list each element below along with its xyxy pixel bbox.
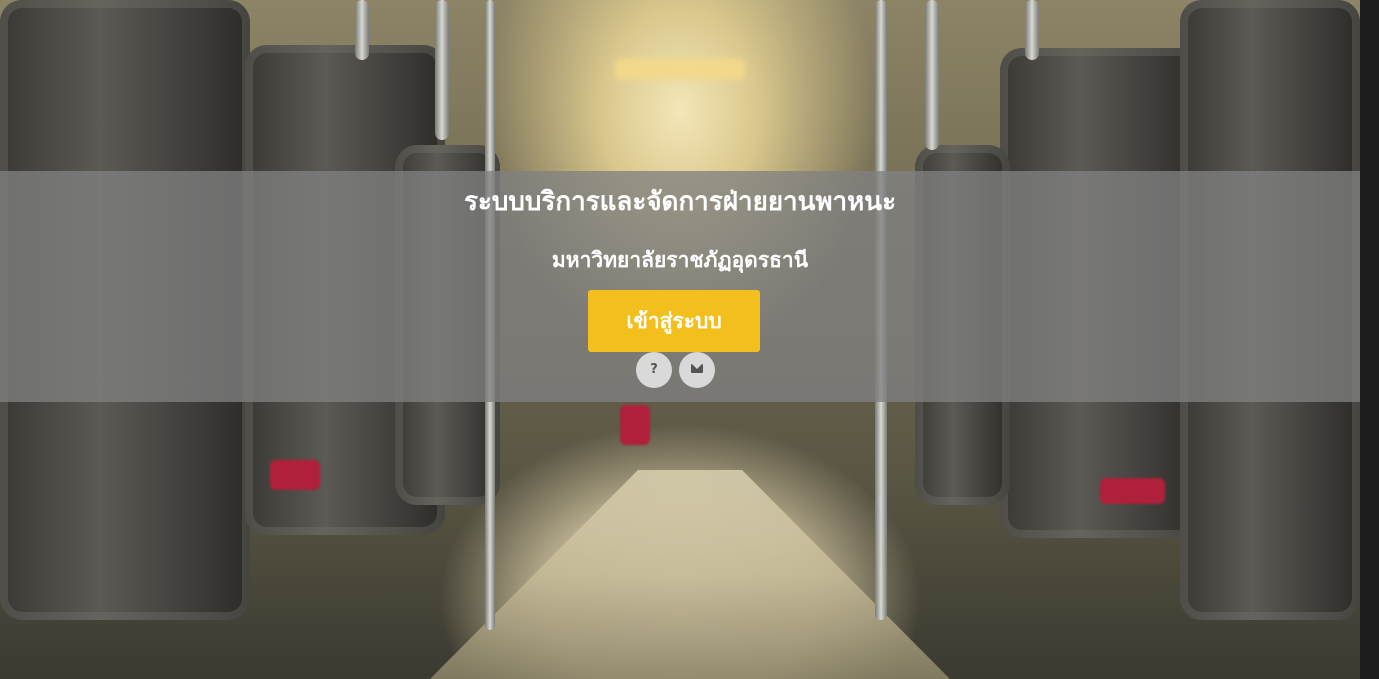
hand-pole [435, 0, 449, 140]
hand-pole [1025, 0, 1039, 60]
scrollbar-track[interactable] [1360, 0, 1379, 679]
page-title: ระบบบริการและจัดการฝ่ายยานพาหนะ [463, 187, 897, 217]
hand-pole [355, 0, 369, 60]
login-button[interactable]: เข้าสู่ระบบ [588, 290, 760, 352]
contact-button[interactable] [679, 352, 715, 388]
seat-cushion [270, 460, 320, 490]
question-icon: ? [650, 362, 658, 377]
landing-page: ระบบบริการและจัดการฝ่ายยานพาหนะ มหาวิทยา… [0, 0, 1379, 679]
envelope-icon [691, 364, 703, 373]
hand-pole [925, 0, 939, 150]
seat-cushion [1100, 478, 1165, 504]
aisle-floor [430, 470, 950, 679]
seat-cushion [620, 405, 650, 445]
help-button[interactable]: ? [636, 352, 672, 388]
ceiling-light [615, 58, 745, 80]
university-name: มหาวิทยาลัยราชภัฏอุดรธานี [551, 247, 809, 272]
